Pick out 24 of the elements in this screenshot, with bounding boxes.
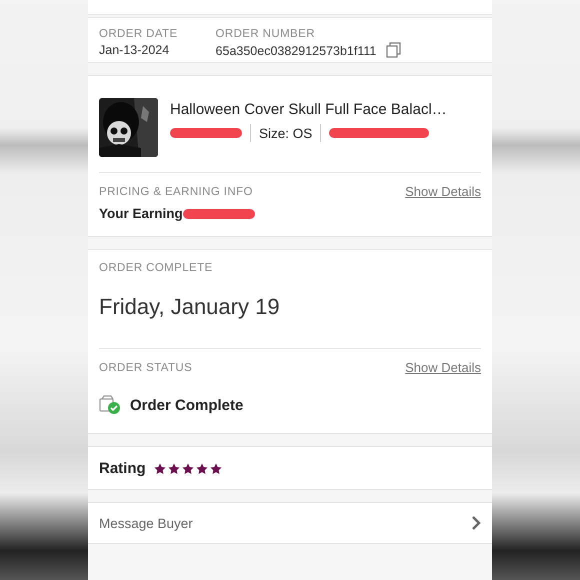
star-icon [154, 462, 166, 474]
star-icon [168, 462, 180, 474]
completion-date: Friday, January 19 [99, 294, 281, 320]
product-size: Size: OS [259, 126, 312, 140]
package-check-icon [99, 395, 121, 415]
show-details-link[interactable]: Show Details [405, 360, 481, 375]
chevron-right-icon [471, 516, 481, 530]
section-label: ORDER COMPLETE [99, 262, 214, 274]
status-text: Order Complete [130, 396, 244, 414]
star-icon [196, 462, 208, 474]
copy-icon[interactable] [386, 42, 402, 58]
star-icon [210, 462, 222, 474]
star-icon [182, 462, 194, 474]
section-label: PRICING & EARNING INFO [99, 186, 253, 198]
section-label: ORDER STATUS [99, 362, 192, 374]
show-details-link[interactable]: Show Details [405, 184, 481, 199]
field-label: ORDER NUMBER [216, 28, 316, 40]
product-title: Halloween Cover Skull Full Face Balacl… [170, 101, 447, 118]
rating-label: Rating [99, 460, 146, 476]
earning-label: Your Earning [99, 206, 183, 221]
order-date: Jan-13-2024 [99, 43, 170, 57]
field-label: ORDER DATE [99, 28, 178, 40]
message-buyer-row[interactable]: Message Buyer [88, 502, 492, 544]
order-number: 65a350ec0382912573b1f111 [216, 44, 376, 58]
